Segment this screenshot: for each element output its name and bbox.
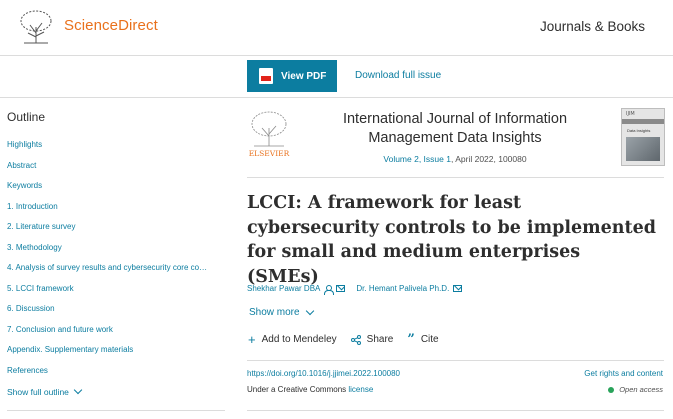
elsevier-publisher-logo[interactable]: ELSEVIER: [248, 108, 290, 158]
journal-cover-image[interactable]: IJIM Data Insights: [621, 108, 665, 166]
article-toolbar: View PDF Download full issue: [0, 56, 673, 98]
article-title: LCCI: A framework for least cybersecurit…: [247, 193, 656, 287]
divider: [247, 177, 664, 178]
show-more-label: Show more: [249, 307, 300, 318]
quote-icon: ”: [407, 331, 415, 347]
outline-item-literature-survey[interactable]: 2. Literature survey: [7, 221, 225, 242]
divider: [247, 360, 664, 361]
doi-link[interactable]: https://doi.org/10.1016/j.jjimei.2022.10…: [247, 369, 400, 378]
cover-code: IJIM: [626, 111, 635, 117]
journal-title-link[interactable]: International Journal of Information Man…: [300, 110, 610, 148]
download-full-issue-link[interactable]: Download full issue: [355, 70, 441, 81]
outline-list: Highlights Abstract Keywords 1. Introduc…: [7, 139, 225, 385]
add-to-mendeley-button[interactable]: + Add to Mendeley: [248, 331, 337, 347]
elsevier-tree-logo[interactable]: [16, 7, 56, 47]
outline-heading: Outline: [7, 110, 46, 124]
show-full-outline-button[interactable]: Show full outline: [7, 385, 83, 397]
outline-item-introduction[interactable]: 1. Introduction: [7, 201, 225, 222]
sidebar-divider: [7, 410, 225, 411]
open-access-badge: Open access: [608, 385, 663, 394]
cover-title: Data Insights: [627, 128, 651, 133]
chevron-down-icon: [305, 306, 314, 315]
elsevier-wordmark: ELSEVIER: [249, 149, 290, 158]
outline-item-methodology[interactable]: 3. Methodology: [7, 242, 225, 263]
show-more-button[interactable]: Show more: [249, 306, 314, 318]
mendeley-label: Add to Mendeley: [261, 334, 337, 345]
open-access-label: Open access: [619, 385, 663, 394]
cite-label: Cite: [420, 334, 439, 345]
divider: [247, 410, 664, 411]
journal-issue-info: Volume 2, Issue 1, April 2022, 100080: [300, 154, 610, 164]
outline-item-discussion[interactable]: 6. Discussion: [7, 303, 225, 324]
mail-icon[interactable]: [336, 285, 346, 292]
author-list: Shekhar Pawar DBA Dr. Hemant Palivela Ph…: [247, 284, 463, 295]
site-header: ScienceDirect Journals & Books: [0, 0, 673, 56]
outline-item-appendix[interactable]: Appendix. Supplementary materials: [7, 344, 225, 365]
outline-item-conclusion[interactable]: 7. Conclusion and future work: [7, 324, 225, 345]
view-pdf-label: View PDF: [281, 70, 327, 82]
sciencedirect-brand[interactable]: ScienceDirect: [64, 17, 158, 34]
volume-issue-link[interactable]: Volume 2, Issue 1: [383, 154, 451, 164]
mail-icon[interactable]: [453, 285, 463, 292]
author-link[interactable]: Shekhar Pawar DBA: [247, 284, 320, 293]
view-pdf-button[interactable]: View PDF: [247, 60, 337, 92]
show-full-outline-label: Show full outline: [7, 387, 69, 397]
license-link[interactable]: license: [348, 385, 373, 394]
outline-item-analysis[interactable]: 4. Analysis of survey results and cybers…: [7, 262, 225, 283]
person-icon[interactable]: [324, 284, 335, 295]
plus-icon: +: [248, 331, 256, 347]
issue-date-pages: , April 2022, 100080: [450, 154, 527, 164]
outline-item-references[interactable]: References: [7, 365, 225, 386]
outline-item-keywords[interactable]: Keywords: [7, 180, 225, 201]
chevron-down-icon: [73, 385, 83, 395]
pdf-icon: [259, 68, 273, 84]
share-icon: [350, 334, 361, 345]
cite-button[interactable]: ” Cite: [407, 331, 439, 347]
outline-item-lcci-framework[interactable]: 5. LCCI framework: [7, 283, 225, 304]
license-info: Under a Creative Commons license: [247, 385, 373, 394]
rights-content-link[interactable]: Get rights and content: [584, 369, 663, 378]
outline-item-abstract[interactable]: Abstract: [7, 160, 225, 181]
open-access-icon: [608, 386, 615, 393]
author-link[interactable]: Dr. Hemant Palivela Ph.D.: [356, 284, 449, 293]
outline-item-highlights[interactable]: Highlights: [7, 139, 225, 160]
share-button[interactable]: Share: [350, 334, 394, 345]
share-label: Share: [366, 334, 394, 345]
license-prefix: Under a Creative Commons: [247, 385, 349, 394]
article-actions: + Add to Mendeley Share ” Cite: [248, 331, 453, 347]
journals-books-link[interactable]: Journals & Books: [540, 19, 645, 34]
